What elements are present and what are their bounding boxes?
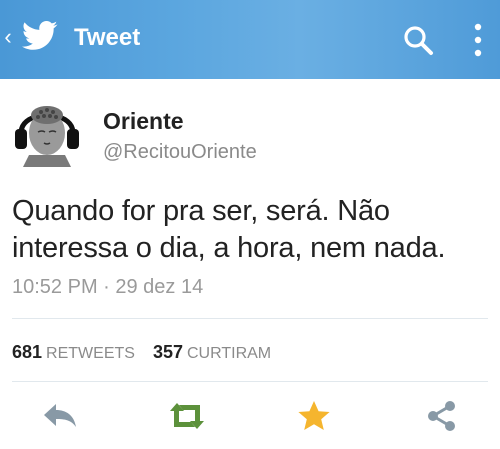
divider <box>12 381 488 382</box>
retweet-icon[interactable] <box>167 398 207 434</box>
tweet-timestamp: 10:52 PM · 29 dez 14 <box>12 276 204 298</box>
app-bar: ‹ Tweet <box>0 0 500 79</box>
search-icon[interactable] <box>402 24 434 56</box>
avatar[interactable] <box>11 95 83 167</box>
twitter-bird-icon[interactable] <box>22 21 58 51</box>
retweets-count[interactable]: 681 <box>12 342 42 362</box>
author-handle[interactable]: @RecitouOriente <box>103 141 257 164</box>
favorite-star-icon[interactable] <box>294 398 334 434</box>
overflow-menu-icon[interactable] <box>470 22 486 58</box>
author-name[interactable]: Oriente <box>103 108 184 135</box>
back-chevron-icon[interactable]: ‹ <box>0 22 16 52</box>
likes-label[interactable]: CURTIRAM <box>187 345 271 362</box>
retweets-label[interactable]: RETWEETS <box>46 345 135 362</box>
reply-icon[interactable] <box>40 398 80 434</box>
page-title: Tweet <box>74 24 141 51</box>
tweet-text: Quando for pra ser, será. Não interessa … <box>12 195 446 264</box>
engagement-stats: 681 RETWEETS 357 CURTIRAM <box>12 342 271 363</box>
likes-count[interactable]: 357 <box>153 342 183 362</box>
divider <box>12 318 488 319</box>
share-icon[interactable] <box>421 398 461 434</box>
